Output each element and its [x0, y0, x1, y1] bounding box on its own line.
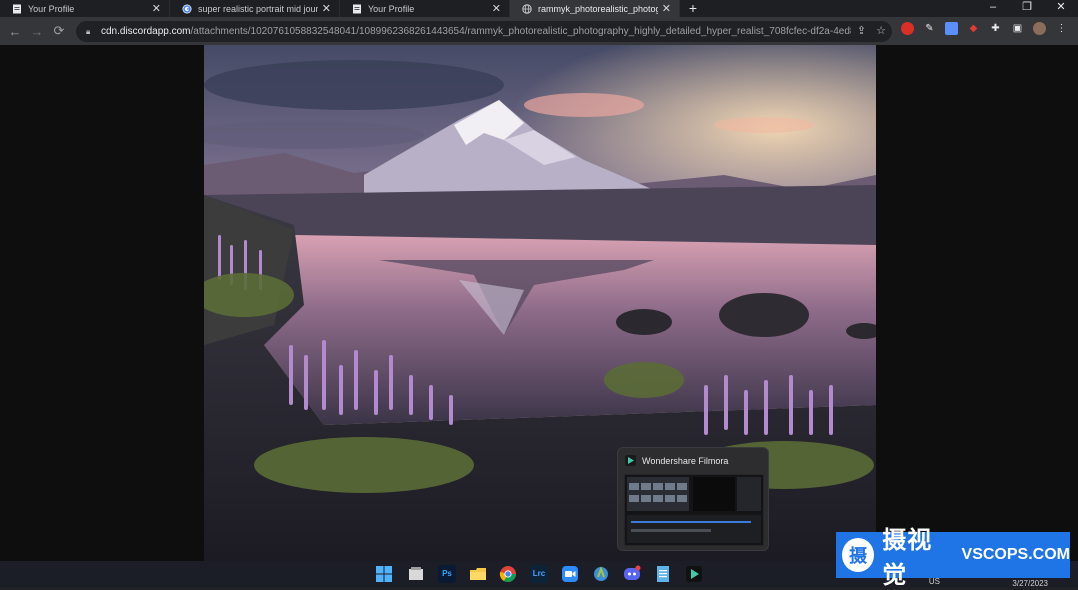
tab-title: Your Profile	[28, 3, 75, 14]
zoom-icon[interactable]	[561, 565, 579, 583]
filmora-icon[interactable]	[685, 565, 703, 583]
chrome-icon[interactable]	[499, 565, 517, 583]
close-icon[interactable]: ✕	[662, 2, 671, 15]
forward-button[interactable]: →	[26, 24, 48, 39]
globe-icon	[522, 3, 532, 14]
landscape-photo	[204, 45, 876, 561]
page-icon	[13, 4, 21, 13]
close-icon[interactable]: ✕	[492, 2, 501, 15]
address-bar[interactable]: 🔒︎ cdn.discordapp.com /attachments/10207…	[76, 21, 892, 42]
page-viewport: Wondershare Filmora	[0, 45, 1078, 561]
menu-kebab-icon[interactable]: ⋮	[1055, 22, 1068, 35]
tab-your-profile-2[interactable]: Your Profile ✕	[340, 0, 510, 17]
tab-rammyk-photorealistic[interactable]: rammyk_photorealistic_photogr ✕	[510, 0, 680, 17]
taskbar-preview-window[interactable]: Wondershare Filmora	[617, 447, 769, 551]
page-icon	[353, 4, 361, 13]
close-icon[interactable]: ✕	[322, 2, 331, 15]
url-host: cdn.discordapp.com	[101, 26, 191, 37]
displayed-image[interactable]	[204, 45, 876, 561]
watermark-logo-char: 摄	[849, 546, 868, 566]
preview-thumbnail	[624, 474, 764, 546]
android-studio-icon[interactable]	[592, 565, 610, 583]
back-button[interactable]: ←	[4, 24, 26, 39]
profile-avatar-icon[interactable]	[1033, 22, 1046, 35]
tab-title: rammyk_photorealistic_photogr	[538, 3, 658, 14]
extensions-puzzle-icon[interactable]: ✚	[989, 22, 1002, 35]
watermark-logo: 摄	[842, 538, 875, 572]
extension-blue-icon[interactable]	[945, 22, 958, 35]
tab-your-profile-1[interactable]: Your Profile ✕	[0, 0, 170, 17]
close-window-button[interactable]: ✕	[1044, 0, 1078, 17]
tab-strip: Your Profile ✕ super realistic portrait …	[0, 0, 1078, 17]
vscops-watermark: 摄 摄视觉 VSCOPS.COM	[836, 527, 1070, 589]
files-icon[interactable]	[407, 565, 425, 583]
watermark-site: VSCOPS.COM	[961, 546, 1070, 563]
lock-icon: 🔒︎	[86, 26, 91, 36]
windows-start-icon[interactable]	[375, 565, 393, 583]
filmora-icon	[625, 455, 636, 466]
watermark-brand: 摄视觉	[882, 527, 933, 589]
reload-button[interactable]: ⟳	[48, 23, 70, 39]
extension-red-tag-icon[interactable]: ◆	[967, 22, 980, 35]
bookmark-star-icon[interactable]: ☆	[876, 24, 886, 37]
notepad-icon[interactable]	[654, 565, 672, 583]
preview-title: Wondershare Filmora	[642, 455, 729, 466]
lightroom-icon[interactable]: Lrc	[530, 565, 548, 583]
google-icon	[182, 4, 192, 13]
maximize-button[interactable]: ❐	[1010, 0, 1044, 17]
close-icon[interactable]: ✕	[152, 2, 161, 15]
preview-header: Wondershare Filmora	[618, 448, 768, 473]
extension-feather-icon[interactable]: ✎	[923, 22, 936, 35]
url-path: /attachments/1020761058832548041/1089962…	[190, 26, 864, 37]
tab-title: super realistic portrait mid journ	[198, 3, 318, 14]
extension-red-icon[interactable]	[901, 22, 914, 35]
minimize-button[interactable]: –	[976, 0, 1010, 17]
new-tab-button[interactable]: +	[680, 0, 706, 17]
photoshop-icon[interactable]: Ps	[438, 565, 456, 583]
extension-area: ✎ ◆ ✚ ▣ ⋮	[901, 22, 1068, 35]
folder-icon[interactable]	[469, 565, 487, 583]
share-icon[interactable]: ⇪	[857, 24, 866, 37]
omnibox-actions: ⇪ ☆	[850, 24, 886, 37]
side-panel-icon[interactable]: ▣	[1011, 22, 1024, 35]
discord-icon[interactable]	[623, 565, 641, 583]
tab-title: Your Profile	[368, 3, 415, 14]
tab-super-realistic-portrait[interactable]: super realistic portrait mid journ ✕	[170, 0, 340, 17]
window-controls: – ❐ ✕	[976, 0, 1078, 17]
filmora-thumbnail-image	[627, 477, 761, 543]
